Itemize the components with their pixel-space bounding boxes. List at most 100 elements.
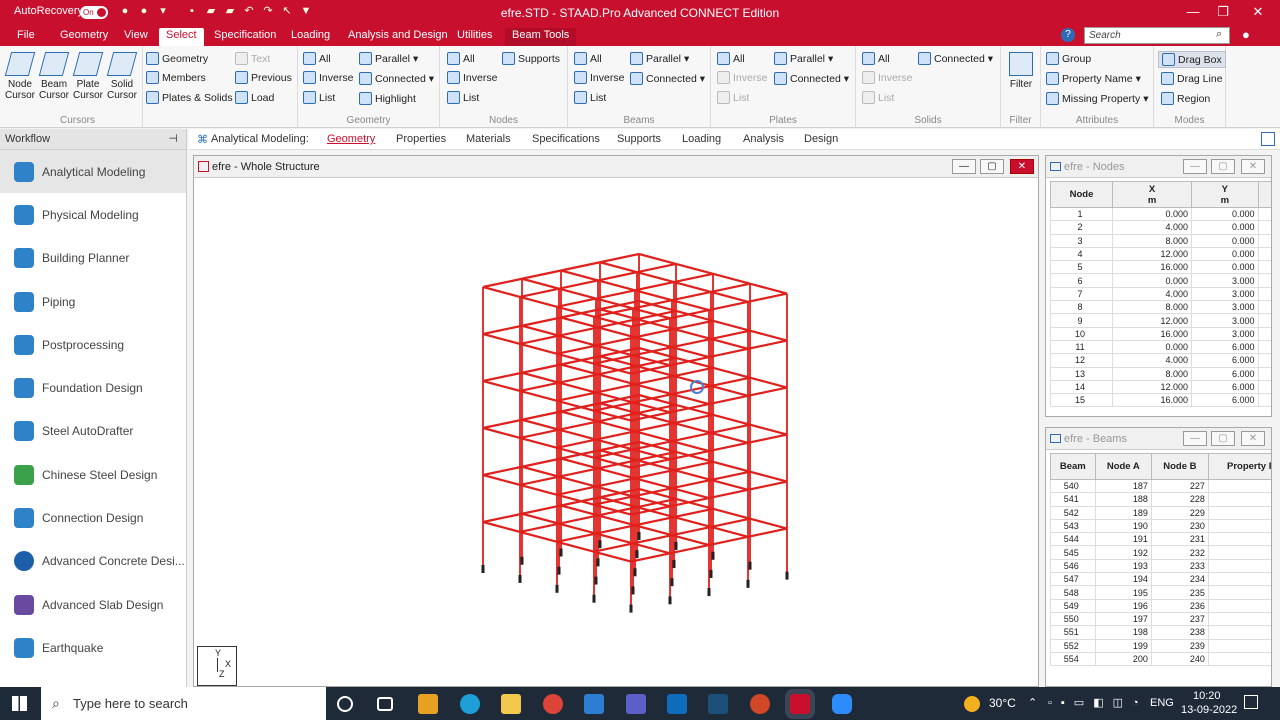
frame-member[interactable] <box>634 524 673 537</box>
select-previous-button[interactable]: Previous <box>235 71 292 84</box>
frame-member[interactable] <box>482 520 521 533</box>
task-view-icon[interactable] <box>377 697 393 711</box>
support-node[interactable] <box>596 558 600 567</box>
support-node[interactable] <box>746 579 750 588</box>
frame-member[interactable] <box>673 515 712 529</box>
table-row[interactable]: 546 193 233 <box>1050 558 1271 574</box>
frame-member[interactable] <box>560 269 599 282</box>
maximize-button[interactable]: ❐ <box>1208 3 1238 21</box>
frame-member[interactable] <box>712 319 751 332</box>
nodes-list-button[interactable]: List <box>447 91 479 104</box>
frame-member[interactable] <box>636 262 677 274</box>
frame-member[interactable] <box>560 261 601 272</box>
solids-connected-button[interactable]: Connected ▾ <box>918 52 993 65</box>
table-row[interactable]: 540 187 227 <box>1050 478 1271 494</box>
table-row[interactable]: 124.0006.0000.0 <box>1049 353 1271 368</box>
table-row[interactable]: 544 191 231 <box>1050 532 1271 547</box>
plates-connected-button[interactable]: Connected ▾ <box>774 72 849 85</box>
frame-member[interactable] <box>593 550 632 563</box>
table-row[interactable]: 1016.0003.0000.0 <box>1049 326 1271 341</box>
frame-member[interactable] <box>556 391 597 402</box>
frame-member[interactable] <box>634 289 673 302</box>
frame-member[interactable] <box>634 477 673 490</box>
frame-member[interactable] <box>749 517 788 530</box>
language-indicator[interactable]: ENG <box>1150 697 1174 709</box>
table-row[interactable]: 38.0000.0000.0 <box>1049 233 1271 248</box>
frame-member[interactable] <box>597 373 636 386</box>
frame-member[interactable] <box>556 485 597 496</box>
zoom-icon[interactable] <box>832 694 852 714</box>
frame-member[interactable] <box>558 326 599 337</box>
solids-list-button[interactable]: List <box>862 91 894 104</box>
frame-member[interactable] <box>708 535 749 547</box>
frame-member[interactable] <box>673 327 712 341</box>
table-row[interactable]: 60.0003.0000.0 <box>1049 273 1271 288</box>
frame-member[interactable] <box>521 277 560 290</box>
beams-list-button[interactable]: List <box>574 91 606 104</box>
workflow-piping[interactable]: Piping <box>0 280 186 323</box>
frame-member[interactable] <box>671 431 712 443</box>
frame-member[interactable] <box>521 363 562 374</box>
frame-member[interactable] <box>519 436 558 449</box>
edge-icon[interactable] <box>460 694 480 714</box>
frame-member[interactable] <box>521 316 562 327</box>
frame-member[interactable] <box>558 522 597 535</box>
frame-member[interactable] <box>634 374 675 386</box>
support-node[interactable] <box>598 540 602 549</box>
select-plates-solids-button[interactable]: Plates & Solids <box>146 91 233 104</box>
frame-member[interactable] <box>597 420 636 433</box>
beams-header-3[interactable]: Property Re <box>1207 453 1271 480</box>
file-explorer-icon[interactable] <box>501 694 521 714</box>
tab-file[interactable]: File <box>10 28 42 46</box>
frame-member[interactable] <box>521 371 560 384</box>
frame-member[interactable] <box>634 515 675 527</box>
frame-member[interactable] <box>597 514 636 527</box>
pin-icon[interactable]: ⊣ <box>168 129 178 150</box>
support-node[interactable] <box>629 604 633 613</box>
frame-member[interactable] <box>749 470 788 483</box>
frame-member[interactable] <box>560 504 599 517</box>
frame-member[interactable] <box>638 252 677 265</box>
nodes-inverse-button[interactable]: Inverse <box>447 71 497 84</box>
mode-tab-design[interactable]: Design <box>804 133 838 145</box>
notification-icon[interactable] <box>1244 695 1258 709</box>
frame-member[interactable] <box>671 393 710 406</box>
cortana-icon[interactable] <box>337 696 353 712</box>
tray-icons[interactable]: ▫▪▭◧◫◔ <box>1048 696 1148 709</box>
workflow-connection-design[interactable]: Connection Design <box>0 496 186 539</box>
group-button[interactable]: Group <box>1046 52 1091 65</box>
frame-member[interactable] <box>708 441 749 453</box>
frame-member[interactable] <box>747 339 788 350</box>
tab-specification[interactable]: Specification <box>207 28 283 46</box>
teams-icon[interactable] <box>626 694 646 714</box>
beams-inverse-button[interactable]: Inverse <box>574 71 624 84</box>
help-icon[interactable]: ? <box>1061 28 1075 42</box>
solids-all-button[interactable]: All <box>862 52 890 65</box>
frame-member[interactable] <box>632 542 671 555</box>
nodes-header-2[interactable]: Y m <box>1191 181 1259 208</box>
select-text-button[interactable]: Text <box>235 52 270 65</box>
tab-geometry[interactable]: Geometry <box>53 28 115 46</box>
support-node[interactable] <box>518 574 522 583</box>
frame-member[interactable] <box>747 527 788 538</box>
table-row[interactable]: 551 198 238 <box>1050 625 1271 640</box>
table-row[interactable]: 74.0003.0000.0 <box>1049 286 1271 302</box>
plates-all-button[interactable]: All <box>717 52 745 65</box>
frame-member[interactable] <box>634 421 675 433</box>
plates-list-button[interactable]: List <box>717 91 749 104</box>
select-load-button[interactable]: Load <box>235 91 274 104</box>
nodes-all-button[interactable]: All <box>447 52 475 65</box>
support-node[interactable] <box>555 584 559 593</box>
frame-member[interactable] <box>710 478 749 491</box>
moon-app-icon[interactable] <box>708 694 728 714</box>
geometry-connected-button[interactable]: Connected ▾ <box>359 72 434 85</box>
mail-icon[interactable] <box>584 694 604 714</box>
frame-member[interactable] <box>710 423 751 435</box>
frame-member[interactable] <box>558 287 597 300</box>
frame-member[interactable] <box>595 477 636 488</box>
table-row[interactable]: 88.0003.0000.0 <box>1049 300 1271 315</box>
frame-member[interactable] <box>747 292 788 303</box>
beams-header-2[interactable]: Node B <box>1150 453 1209 480</box>
table-row[interactable]: 10.0000.0000.0 <box>1049 206 1271 222</box>
frame-member[interactable] <box>749 376 788 389</box>
